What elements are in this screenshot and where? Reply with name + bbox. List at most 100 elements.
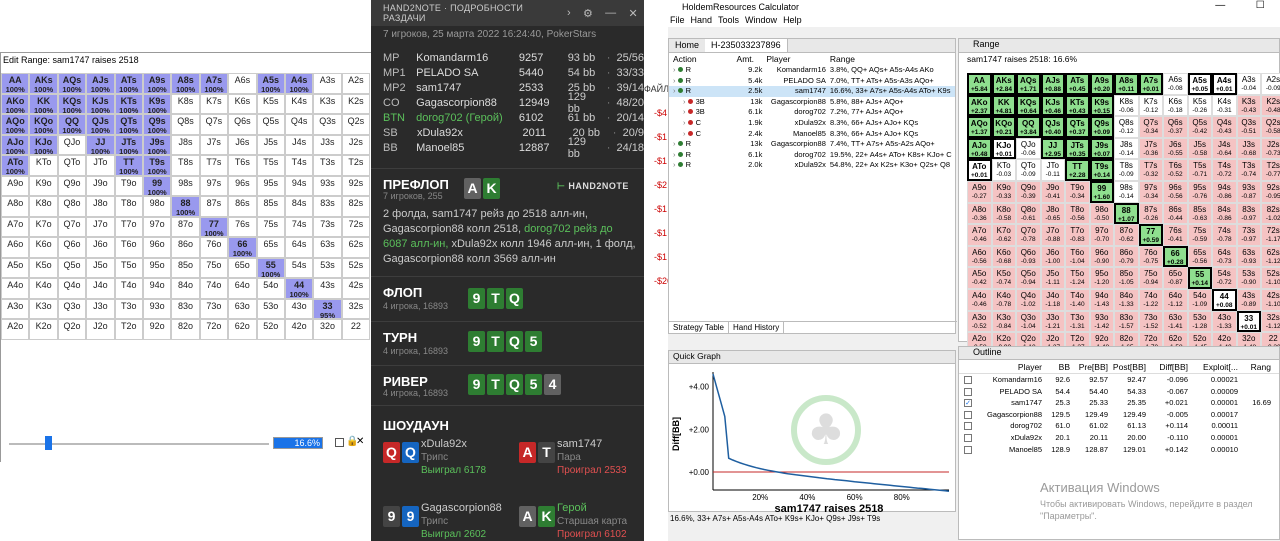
player-row[interactable]: SB xDula92x 2011 20 bb · 20/9 bbox=[371, 125, 644, 140]
player-checkbox[interactable]: ✓ bbox=[964, 399, 972, 408]
ev-cell[interactable]: 87o -0.62 bbox=[1114, 224, 1139, 246]
range-cell[interactable]: AQs 100% bbox=[57, 73, 87, 94]
range-cell[interactable]: 76s bbox=[228, 216, 257, 237]
ev-cell[interactable]: JTo -0.11 bbox=[1040, 159, 1065, 181]
menu-item[interactable]: Help bbox=[783, 15, 802, 25]
menu-item[interactable]: Tools bbox=[718, 15, 739, 25]
history-row[interactable]: › R 6.1k dorog702 19.5%, 22+ A4s+ ATo+ K8s+… bbox=[669, 150, 955, 161]
history-row[interactable]: › 3B 6.1k dorog702 7.2%, 77+ AJs+ AQo+ bbox=[669, 107, 955, 118]
ev-cell[interactable]: Q5s -0.42 bbox=[1187, 116, 1212, 138]
ev-cell[interactable]: T6s -0.52 bbox=[1163, 159, 1188, 181]
ev-cell[interactable]: T6o -1.04 bbox=[1065, 245, 1090, 268]
ev-cell[interactable]: 42s -1.10 bbox=[1261, 288, 1280, 311]
ev-cell[interactable]: T9o -0.34 bbox=[1065, 180, 1090, 203]
ev-cell[interactable]: 73s -0.97 bbox=[1236, 224, 1261, 246]
ev-cell[interactable]: KQo +0.21 bbox=[991, 116, 1016, 138]
ev-cell[interactable]: 95o -1.20 bbox=[1089, 267, 1114, 289]
expand-icon[interactable]: › bbox=[673, 86, 678, 95]
ev-cell[interactable]: 96o -0.90 bbox=[1089, 245, 1114, 268]
range-cell[interactable]: QTs 100% bbox=[114, 114, 143, 135]
ev-cell[interactable]: 44 +0.08 bbox=[1212, 288, 1237, 311]
ev-cell[interactable]: Q3s -0.51 bbox=[1236, 116, 1261, 138]
outline-row[interactable]: ✓ sam1747 25.3 25.33 25.35 +0.021 0.00001 16.69 bbox=[959, 397, 1279, 409]
expand-icon[interactable]: › bbox=[683, 118, 688, 127]
ev-cell[interactable]: J8o -0.65 bbox=[1040, 202, 1065, 225]
ev-cell[interactable]: A3s -0.04 bbox=[1236, 73, 1261, 95]
range-cell[interactable]: 97o bbox=[142, 216, 172, 237]
player-checkbox[interactable] bbox=[964, 410, 972, 419]
ev-cell[interactable]: 76o -0.75 bbox=[1138, 245, 1163, 268]
range-cell[interactable]: Q4s bbox=[284, 114, 314, 135]
ev-cell[interactable]: Q3o -1.04 bbox=[1016, 310, 1041, 333]
ev-cell[interactable]: 99 +1.60 bbox=[1089, 180, 1114, 203]
ev-cell[interactable]: 53o -1.28 bbox=[1187, 310, 1212, 333]
ev-cell[interactable]: A4o -0.46 bbox=[967, 288, 992, 311]
ev-cell[interactable]: ATo +0.01 bbox=[967, 159, 992, 181]
ev-cell[interactable]: 64s -0.73 bbox=[1212, 245, 1237, 268]
range-cell[interactable]: KJs 100% bbox=[86, 93, 115, 114]
ev-cell[interactable]: 64o -1.12 bbox=[1163, 288, 1188, 311]
ev-cell[interactable]: A7s +0.01 bbox=[1138, 73, 1163, 95]
range-cell[interactable]: J2o bbox=[86, 319, 115, 340]
range-cell[interactable]: 22 bbox=[341, 319, 371, 340]
expand-icon[interactable]: › bbox=[673, 150, 678, 159]
range-slider-thumb[interactable] bbox=[45, 436, 52, 450]
range-cell[interactable]: 75s bbox=[256, 216, 285, 237]
ev-cell[interactable]: 83o -1.57 bbox=[1114, 310, 1139, 333]
range-cell[interactable]: 86s bbox=[228, 196, 257, 217]
ev-cell[interactable]: QTo -0.09 bbox=[1016, 159, 1041, 181]
ev-cell[interactable]: 32s -1.12 bbox=[1261, 310, 1280, 333]
range-cell[interactable]: T7s bbox=[199, 155, 229, 176]
range-cell[interactable]: AKs 100% bbox=[29, 73, 58, 94]
ev-cell[interactable]: J7o -0.88 bbox=[1040, 224, 1065, 246]
ev-cell[interactable]: K7o -0.62 bbox=[991, 224, 1016, 246]
range-cell[interactable]: 65o bbox=[228, 257, 257, 278]
ev-cell[interactable]: 86o -0.79 bbox=[1114, 245, 1139, 268]
range-cell[interactable]: 87s bbox=[199, 196, 229, 217]
ev-cell[interactable]: T7o -0.83 bbox=[1065, 224, 1090, 246]
range-cell[interactable]: 54o bbox=[256, 278, 285, 299]
history-row[interactable]: › R 13k Gagascorpion88 7.4%, TT+ A7s+ A5s-A… bbox=[669, 139, 955, 150]
range-cell[interactable]: 53s bbox=[313, 257, 342, 278]
range-cell[interactable]: 72o bbox=[199, 319, 229, 340]
player-checkbox[interactable] bbox=[964, 422, 972, 431]
range-cell[interactable]: AJs 100% bbox=[86, 73, 115, 94]
ev-cell[interactable]: 98s -0.14 bbox=[1114, 180, 1139, 203]
range-cell[interactable]: 87o bbox=[171, 216, 200, 237]
ev-cell[interactable]: A9s +0.20 bbox=[1089, 73, 1114, 95]
range-cell[interactable]: K7o bbox=[29, 216, 58, 237]
ev-cell[interactable]: 43o -1.33 bbox=[1212, 310, 1237, 333]
player-checkbox[interactable] bbox=[964, 376, 972, 385]
range-cell[interactable]: 95s bbox=[256, 175, 285, 196]
ev-cell[interactable]: AJs +0.88 bbox=[1040, 73, 1065, 95]
ev-cell[interactable]: K8o -0.58 bbox=[991, 202, 1016, 225]
outline-row[interactable]: Gagascorpion88 129.5 129.49 129.49 -0.005 0.0… bbox=[959, 409, 1279, 421]
range-cell[interactable]: KTo bbox=[29, 155, 58, 176]
ev-cell[interactable]: 86s -0.44 bbox=[1163, 202, 1188, 225]
range-cell[interactable]: Q2s bbox=[341, 114, 371, 135]
range-cell[interactable]: 42s bbox=[341, 278, 371, 299]
close-icon[interactable]: ✕ bbox=[356, 436, 364, 447]
ev-cell[interactable]: KQs +0.64 bbox=[1016, 94, 1041, 117]
outline-row[interactable]: Manoel85 128.9 128.87 129.01 +0.142 0.00010 bbox=[959, 444, 1279, 456]
ev-cell[interactable]: J8s -0.14 bbox=[1114, 137, 1139, 160]
range-cell[interactable]: JTs 100% bbox=[114, 134, 143, 155]
range-cell[interactable]: K2o bbox=[29, 319, 58, 340]
range-cell[interactable]: 43o bbox=[284, 298, 314, 319]
ev-cell[interactable]: A4s +0.01 bbox=[1212, 73, 1237, 95]
ev-cell[interactable]: T7s -0.32 bbox=[1138, 159, 1163, 181]
ev-cell[interactable]: A9o -0.27 bbox=[967, 180, 992, 203]
range-cell[interactable]: 43s bbox=[313, 278, 342, 299]
close-icon[interactable]: ✕ bbox=[622, 7, 644, 20]
range-cell[interactable]: 85o bbox=[171, 257, 200, 278]
range-cell[interactable]: 53o bbox=[256, 298, 285, 319]
ev-cell[interactable]: 65s -0.56 bbox=[1187, 245, 1212, 268]
ev-cell[interactable]: T5s -0.71 bbox=[1187, 159, 1212, 181]
ev-cell[interactable]: 75o -0.94 bbox=[1138, 267, 1163, 289]
range-cell[interactable]: K8o bbox=[29, 196, 58, 217]
ev-cell[interactable]: K9o -0.33 bbox=[991, 180, 1016, 203]
range-cell[interactable]: K3s bbox=[313, 93, 342, 114]
tab-quick-graph[interactable]: Quick Graph bbox=[669, 351, 955, 364]
range-cell[interactable]: Q8o bbox=[57, 196, 87, 217]
range-cell[interactable]: 92o bbox=[142, 319, 172, 340]
